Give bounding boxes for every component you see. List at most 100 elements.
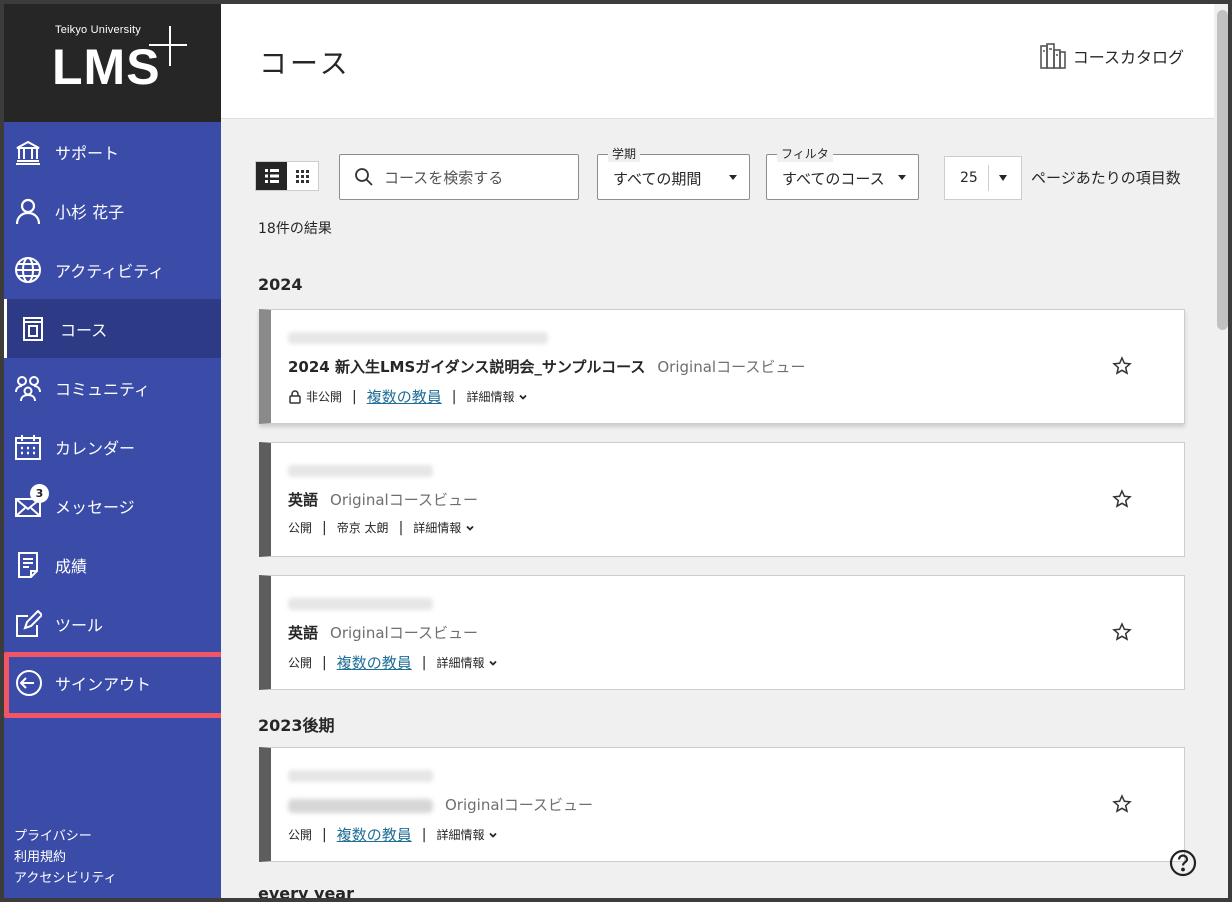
- instructor-link[interactable]: 複数の教員: [337, 824, 412, 845]
- chevron-down-icon: [729, 175, 737, 180]
- page-title: コース: [259, 47, 351, 80]
- course-title-row: 英語 Originalコースビュー: [288, 622, 478, 643]
- term-select[interactable]: 学期 すべての期間: [597, 146, 750, 200]
- separator: |: [421, 826, 427, 843]
- search-placeholder: コースを検索する: [384, 168, 504, 187]
- sidebar-item-label: アクティビティ: [55, 261, 165, 281]
- terms-link[interactable]: 利用規約: [14, 847, 117, 868]
- grid-view-button[interactable]: [287, 162, 318, 190]
- mail-icon: 3: [14, 483, 49, 520]
- scrollbar-thumb[interactable]: [1217, 10, 1228, 330]
- course-status: 公開: [288, 521, 313, 535]
- chevron-down-icon[interactable]: [518, 392, 528, 402]
- calendar-icon: [14, 433, 42, 461]
- filter-select[interactable]: フィルタ すべてのコース: [766, 146, 919, 200]
- lock-icon: [289, 389, 301, 404]
- per-page-select[interactable]: 25: [944, 156, 1022, 200]
- search-icon: [355, 168, 373, 186]
- course-icon: [19, 315, 47, 343]
- course-title[interactable]: 2024 新入生LMSガイダンス説明会_サンプルコース: [288, 358, 645, 376]
- sidebar-item-label: カレンダー: [55, 438, 136, 458]
- course-id-redacted: [288, 770, 433, 782]
- page-header: コース コースカタログ: [221, 4, 1214, 119]
- separator: |: [322, 519, 327, 536]
- privacy-link[interactable]: プライバシー: [14, 826, 117, 847]
- favorite-star-icon[interactable]: [1112, 356, 1132, 376]
- scrollbar[interactable]: [1214, 4, 1228, 898]
- app-window: Teikyo University LMS サポート 小杉 花子 アクティビティ…: [0, 0, 1232, 902]
- sidebar-item-activity[interactable]: アクティビティ: [4, 240, 221, 299]
- sidebar-item-label: 小杉 花子: [55, 202, 125, 222]
- course-toolbar: コースを検索する 学期 すべての期間 フィルタ すべてのコース 25 ページあた…: [221, 146, 1214, 201]
- main-content: コース コースカタログ コースを検索する 学期 すべての期間 フィルタ すべての…: [221, 4, 1214, 898]
- favorite-star-icon[interactable]: [1112, 794, 1132, 814]
- user-icon: [14, 197, 42, 225]
- separator: |: [322, 826, 327, 843]
- sidebar-item-grades[interactable]: 成績: [4, 535, 221, 594]
- sidebar-item-courses[interactable]: コース: [4, 299, 221, 358]
- per-page-value: 25: [960, 170, 978, 186]
- course-view-type: Originalコースビュー: [657, 358, 806, 376]
- sidebar-nav: サポート 小杉 花子 アクティビティ コース コミュニティ カレンダー 3 メッ…: [4, 122, 221, 712]
- favorite-star-icon[interactable]: [1112, 489, 1132, 509]
- details-toggle[interactable]: 詳細情報: [436, 826, 484, 843]
- separator: |: [352, 388, 357, 405]
- course-search-input[interactable]: コースを検索する: [339, 154, 579, 200]
- sidebar-item-messages[interactable]: 3 メッセージ: [4, 476, 221, 535]
- community-icon: [14, 374, 42, 402]
- per-page-label: ページあたりの項目数: [1031, 169, 1181, 187]
- details-toggle[interactable]: 詳細情報: [436, 654, 484, 671]
- sidebar-item-support[interactable]: サポート: [4, 122, 221, 181]
- term-group-title: 2024: [258, 275, 303, 294]
- tools-icon: [14, 609, 42, 638]
- course-title[interactable]: 英語: [288, 624, 318, 642]
- grades-icon: [14, 551, 42, 579]
- sidebar-item-label: コミュニティ: [55, 379, 151, 399]
- signout-icon: [14, 669, 42, 697]
- course-title-redacted[interactable]: [288, 798, 433, 813]
- course-card[interactable]: 2024 新入生LMSガイダンス説明会_サンプルコース Originalコースビュ…: [259, 309, 1185, 424]
- details-toggle[interactable]: 詳細情報: [466, 388, 514, 405]
- caret-down-icon: [999, 175, 1007, 181]
- course-title-row: 英語 Originalコースビュー: [288, 489, 478, 510]
- sidebar-item-tools[interactable]: ツール: [4, 594, 221, 653]
- logo[interactable]: Teikyo University LMS: [4, 4, 221, 122]
- globe-icon: [14, 256, 42, 284]
- chevron-down-icon[interactable]: [488, 830, 498, 840]
- course-card[interactable]: 英語 Originalコースビュー 公開 | 複数の教員 | 詳細情報: [259, 575, 1185, 690]
- sidebar-item-profile[interactable]: 小杉 花子: [4, 181, 221, 240]
- favorite-star-icon[interactable]: [1112, 622, 1132, 642]
- sidebar-item-label: ツール: [55, 615, 104, 635]
- view-toggle: [255, 161, 319, 191]
- course-catalog-link[interactable]: コースカタログ: [1039, 42, 1184, 70]
- chevron-down-icon[interactable]: [488, 658, 498, 668]
- term-select-value: すべての期間: [613, 170, 702, 188]
- instructor-link[interactable]: 複数の教員: [367, 386, 442, 407]
- help-icon[interactable]: [1168, 848, 1198, 878]
- course-status: 非公開: [306, 390, 343, 404]
- logo-plus-mark: [169, 26, 171, 66]
- sidebar-item-label: メッセージ: [55, 497, 135, 517]
- result-count: 18件の結果: [258, 221, 332, 237]
- filter-select-value: すべてのコース: [782, 170, 885, 188]
- course-status: 公開: [288, 656, 313, 670]
- details-toggle[interactable]: 詳細情報: [413, 519, 461, 536]
- course-card[interactable]: Originalコースビュー 公開 | 複数の教員 | 詳細情報: [259, 747, 1185, 862]
- sidebar-item-signout[interactable]: サインアウト: [4, 653, 221, 712]
- divider: [988, 165, 989, 191]
- sidebar-item-label: サポート: [55, 143, 120, 163]
- instructor-link[interactable]: 複数の教員: [337, 652, 412, 673]
- sidebar-item-community[interactable]: コミュニティ: [4, 358, 221, 417]
- separator: |: [398, 519, 404, 536]
- term-select-label: 学期: [608, 146, 641, 162]
- course-meta: 公開 | 複数の教員 | 詳細情報: [288, 652, 498, 673]
- list-view-button[interactable]: [256, 162, 287, 190]
- chevron-down-icon[interactable]: [465, 523, 475, 533]
- course-id-redacted: [288, 465, 433, 477]
- sidebar-footer: プライバシー 利用規約 アクセシビリティ: [14, 826, 117, 889]
- accessibility-link[interactable]: アクセシビリティ: [14, 868, 117, 889]
- course-card[interactable]: 英語 Originalコースビュー 公開 | 帝京 太朗 | 詳細情報: [259, 442, 1185, 557]
- course-title[interactable]: 英語: [288, 491, 318, 509]
- course-title-row: 2024 新入生LMSガイダンス説明会_サンプルコース Originalコースビュ…: [288, 356, 805, 377]
- sidebar-item-calendar[interactable]: カレンダー: [4, 417, 221, 476]
